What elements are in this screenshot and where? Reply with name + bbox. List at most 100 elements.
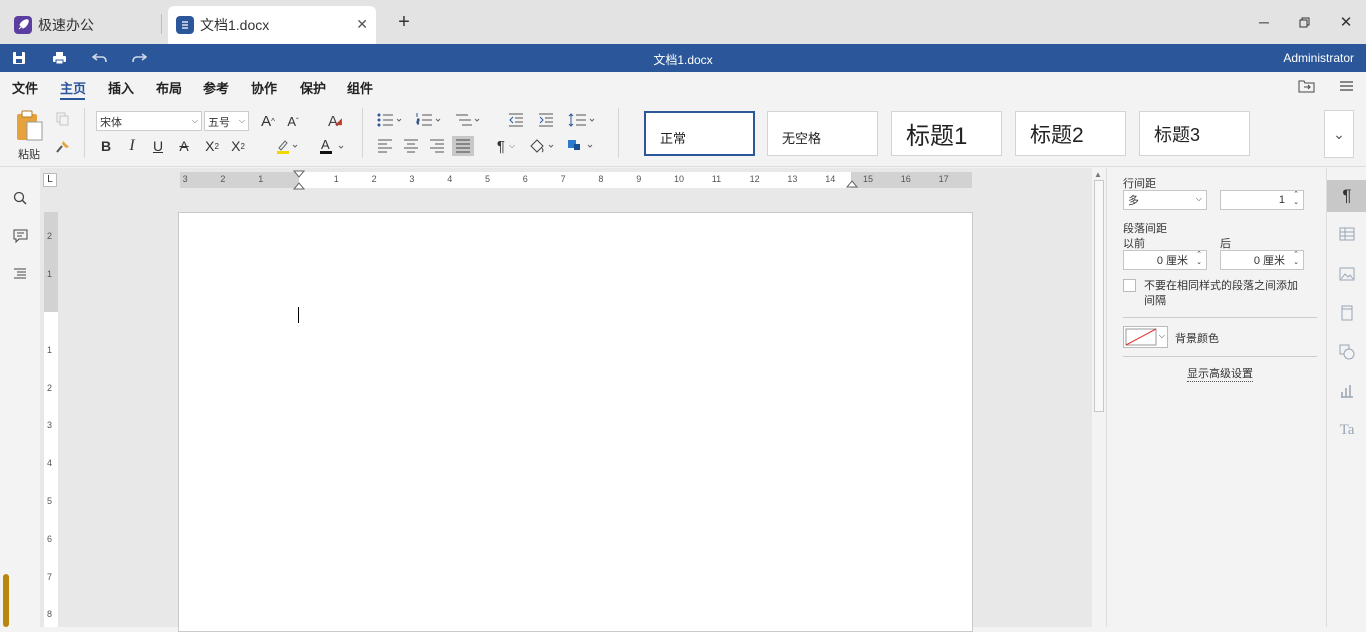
paragraph-settings-panel: 行间距 多 ⌵ 1 ⌃ ⌄ 段落间距 以前 后 0 厘米 ⌃ ⌄ 0 厘米 ⌃ ⌄ 不… [1106,168,1326,627]
image-settings-icon[interactable] [1327,258,1366,290]
chart-settings-icon[interactable] [1327,375,1366,407]
numbered-list-icon[interactable] [415,111,443,129]
shape-settings-icon[interactable] [1327,336,1366,368]
zoom-slider-handle[interactable] [3,574,9,627]
font-color-icon[interactable]: A [318,137,346,155]
menu-protect[interactable]: 保护 [300,78,326,97]
highlight-icon[interactable] [274,137,300,155]
line-spacing-mode-select[interactable]: 多 ⌵ [1123,190,1207,210]
horizontal-ruler[interactable]: 3 2 1 1 2 3 4 5 6 7 8 9 10 11 12 13 14 15 16 17 [180,170,972,190]
spinner-icon[interactable]: ⌃ ⌄ [1293,251,1299,267]
style-heading-2[interactable]: 标题2 [1015,111,1126,156]
restore-button[interactable] [1294,12,1314,32]
increase-font-icon[interactable]: A ^ [258,111,278,131]
ruler-tick-label: 4 [447,174,453,184]
ruler-tick-label: 1 [47,269,53,280]
decrease-indent-icon[interactable] [506,111,526,129]
clear-format-icon[interactable]: A ◢ [325,111,345,131]
bold-icon[interactable]: B [98,137,114,155]
paste-button[interactable]: 粘贴 [12,110,46,161]
scrollbar-thumb[interactable] [1094,180,1104,412]
spacing-after-input[interactable]: 0 厘米 ⌃ ⌄ [1220,250,1304,270]
comment-icon[interactable] [10,226,30,246]
copy-icon[interactable] [54,110,72,128]
text-art-icon[interactable]: Ta [1327,414,1366,446]
line-spacing-mode-value: 多 [1128,195,1139,207]
underline-icon[interactable]: U [150,137,166,155]
ruler-tick-label: 8 [47,609,53,620]
font-size-select[interactable]: 五号 ⌵ [204,111,249,131]
superscript-icon[interactable]: X2 [202,137,222,155]
paragraph-settings-icon[interactable]: ¶ [1327,180,1366,212]
background-color-picker[interactable]: ⌵ [1123,326,1168,348]
strikethrough-icon[interactable]: A [176,137,192,155]
italic-icon[interactable]: I [124,137,140,155]
menu-insert[interactable]: 插入 [108,78,134,97]
minimize-button[interactable]: ─ [1254,12,1274,32]
vertical-scrollbar[interactable]: ▲ [1092,168,1106,627]
align-left-icon[interactable] [376,137,394,155]
new-tab-button[interactable]: + [394,11,414,33]
multilevel-list-icon[interactable] [454,111,482,129]
style-label: 标题1 [906,123,968,150]
ribbon-toolbar: 粘贴 宋体 ⌵ 五号 ⌵ A^ Aˇ A◢ B I U A X2 X2 A [0,100,1366,167]
chevron-down-icon: ⌵ [1195,194,1202,203]
justify-icon[interactable] [452,136,474,156]
scroll-up-icon[interactable]: ▲ [1094,170,1102,179]
advanced-settings-link[interactable]: 显示高级设置 [1187,365,1253,382]
line-spacing-label: 行间距 [1123,178,1156,190]
menu-file[interactable]: 文件 [12,78,38,97]
header-footer-icon[interactable] [1327,297,1366,329]
no-space-checkbox[interactable] [1123,279,1136,292]
font-name-select[interactable]: 宋体 ⌵ [96,111,202,131]
decrease-font-icon[interactable]: Aˇ [283,111,303,131]
close-tab-icon[interactable]: ✕ [356,16,368,33]
menu-layout[interactable]: 布局 [156,78,182,97]
open-folder-icon[interactable] [1296,78,1316,94]
table-settings-icon[interactable] [1327,218,1366,250]
tab-app-home[interactable]: 极速办公 [6,6,156,44]
line-spacing-icon[interactable] [568,111,598,129]
ruler-tick-label: 2 [220,174,226,184]
vertical-ruler[interactable]: 2 1 1 2 3 4 5 6 7 8 [44,212,58,627]
indent-marker-icon[interactable] [293,170,305,190]
menu-collaborate[interactable]: 协作 [251,78,277,97]
ruler-tick-label: 5 [47,496,53,506]
hamburger-menu-icon[interactable] [1336,78,1356,94]
line-spacing-value: 1 [1278,194,1285,206]
align-center-icon[interactable] [402,137,420,155]
increase-indent-icon[interactable] [536,111,556,129]
shading-icon[interactable] [528,137,558,155]
border-color-icon[interactable] [566,137,596,155]
navigation-icon[interactable] [10,264,30,284]
tab-document[interactable]: 文档1.docx ✕ [168,6,376,44]
right-indent-marker-icon[interactable] [846,176,858,188]
align-right-icon[interactable] [428,137,446,155]
style-no-spacing[interactable]: 无空格 [767,111,878,156]
menu-components[interactable]: 组件 [347,78,373,97]
search-icon[interactable] [10,188,30,208]
format-painter-icon[interactable] [54,138,72,156]
panel-divider [1123,317,1317,318]
tab-stop-selector[interactable]: L [43,173,57,187]
menu-references[interactable]: 参考 [203,78,229,97]
ribbon-separator [618,108,619,158]
spacing-after-value: 0 厘米 [1253,255,1285,267]
chevron-down-icon: ⌵ [191,116,198,125]
spacing-before-input[interactable]: 0 厘米 ⌃ ⌄ [1123,250,1207,270]
document-page[interactable] [178,212,973,632]
ruler-tick-label: 1 [333,174,339,184]
style-heading-1[interactable]: 标题1 [891,111,1002,156]
close-window-button[interactable]: ✕ [1336,12,1356,32]
menu-home[interactable]: 主页 [60,78,86,97]
style-normal[interactable]: 正常 [644,111,755,156]
line-spacing-value-input[interactable]: 1 ⌃ ⌄ [1220,190,1304,210]
bullet-list-icon[interactable] [376,111,404,129]
spinner-icon[interactable]: ⌃ ⌄ [1196,251,1202,267]
spinner-icon[interactable]: ⌃ ⌄ [1293,191,1299,207]
styles-expand-button[interactable]: ⌄ [1324,110,1354,158]
subscript-icon[interactable]: X2 [228,137,248,155]
paragraph-mark-icon[interactable]: ¶ ⌵ [492,137,520,155]
ruler-tick-label: 13 [787,174,798,184]
style-heading-3[interactable]: 标题3 [1139,111,1250,156]
